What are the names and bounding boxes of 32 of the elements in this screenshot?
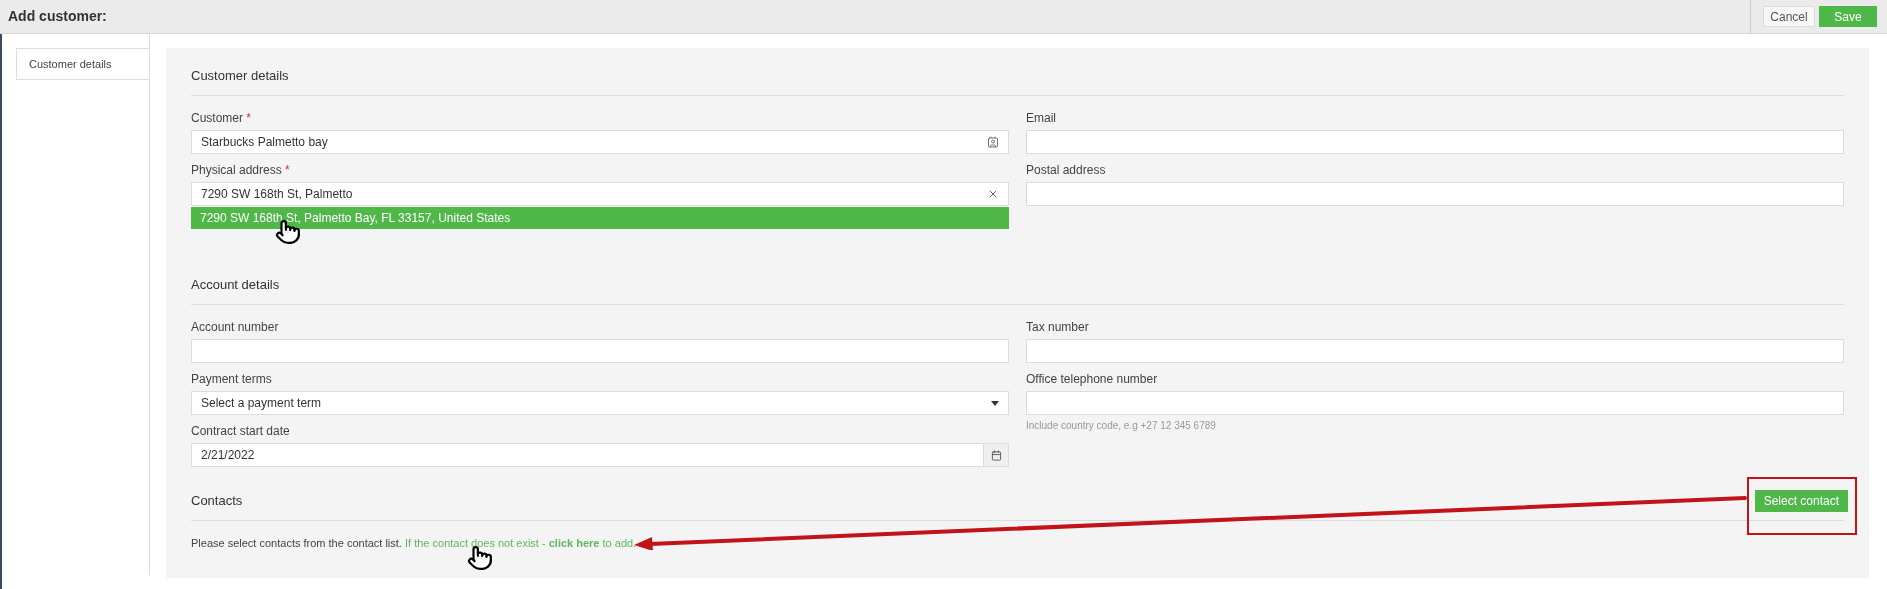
- section-heading: Contacts: [191, 492, 243, 510]
- text-field[interactable]: [1026, 339, 1844, 363]
- calendar-button[interactable]: [984, 443, 1009, 467]
- contacts-message: Please select contacts from the contact list. If the contact does not exist - click here to add.: [191, 536, 637, 551]
- address-field[interactable]: 7290 SW 168th St, Palmetto: [191, 182, 1009, 206]
- section-heading: Account details: [191, 275, 1844, 305]
- contact-card-icon[interactable]: [987, 136, 999, 148]
- page-title: Add customer:: [7, 7, 108, 26]
- text-field[interactable]: [1026, 182, 1844, 206]
- field-label: Account number: [191, 319, 280, 335]
- text-field[interactable]: [191, 339, 1009, 363]
- field-label: Office telephone number: [1026, 371, 1159, 387]
- field-label: Customer *: [191, 110, 253, 126]
- clear-icon[interactable]: [987, 188, 999, 200]
- field-label: Postal address: [1026, 162, 1107, 178]
- field-label: Physical address *: [191, 162, 291, 178]
- date-field[interactable]: 2/21/2022: [191, 443, 984, 467]
- customer-field[interactable]: Starbucks Palmetto bay: [191, 130, 1009, 154]
- dropdown-caret-icon[interactable]: [991, 400, 999, 406]
- field-label: Contract start date: [191, 423, 291, 439]
- text-field[interactable]: [1026, 130, 1844, 154]
- sidebar-tab[interactable]: Customer details: [16, 48, 149, 80]
- calendar-icon: [990, 449, 1002, 461]
- field-label: Email: [1026, 110, 1057, 126]
- payment-terms-select[interactable]: Select a payment term: [191, 391, 1009, 415]
- section-heading: Customer details: [191, 66, 1844, 96]
- text-field[interactable]: [1026, 391, 1844, 415]
- hand-cursor-icon: [467, 545, 493, 571]
- field-label: Tax number: [1026, 319, 1090, 335]
- field-hint: Include country code, e.g +27 12 345 6789: [1026, 419, 1217, 433]
- cancel-button[interactable]: Cancel: [1763, 6, 1815, 27]
- field-label: Payment terms: [191, 371, 273, 387]
